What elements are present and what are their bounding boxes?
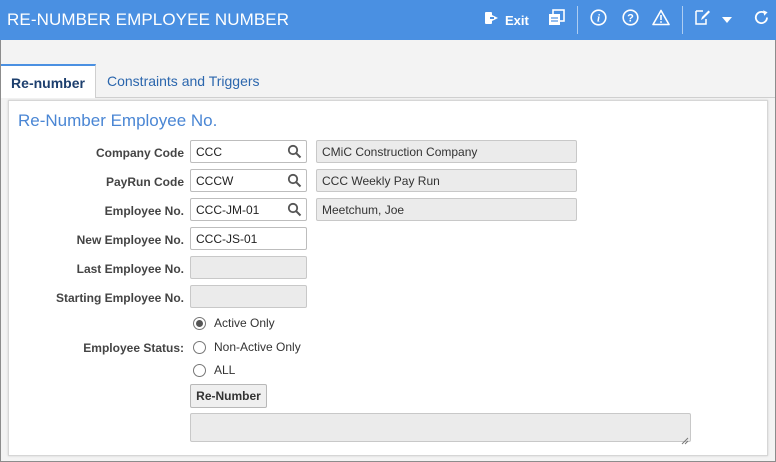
message-log-area[interactable] bbox=[190, 413, 691, 445]
starting-employee-no-label: Starting Employee No. bbox=[55, 291, 184, 305]
status-option-all[interactable]: ALL bbox=[193, 363, 235, 377]
header-band bbox=[1, 40, 775, 64]
last-employee-no-label: Last Employee No. bbox=[76, 262, 184, 276]
warning-icon bbox=[652, 9, 670, 31]
renumber-button[interactable]: Re-Number bbox=[190, 384, 267, 408]
employee-no-input[interactable]: CCC-JM-01 bbox=[190, 198, 307, 221]
search-icon[interactable] bbox=[287, 202, 302, 217]
payrun-code-value: CCCW bbox=[196, 174, 234, 188]
exit-icon bbox=[484, 10, 500, 31]
refresh-icon bbox=[753, 9, 770, 31]
toolbar-divider bbox=[577, 6, 578, 34]
status-option-label: ALL bbox=[214, 363, 236, 377]
company-name-display: CMiC Construction Company bbox=[316, 140, 577, 163]
copy-button[interactable] bbox=[546, 8, 566, 32]
radio-button[interactable] bbox=[193, 363, 206, 377]
employee-no-label: Employee No. bbox=[104, 204, 184, 218]
info-icon: i bbox=[589, 9, 607, 31]
svg-text:i: i bbox=[596, 13, 600, 25]
edit-icon bbox=[694, 9, 711, 31]
status-option-label: Active Only bbox=[214, 316, 275, 330]
svg-text:?: ? bbox=[627, 13, 634, 25]
employee-no-value: CCC-JM-01 bbox=[196, 203, 260, 217]
company-code-input[interactable]: CCC bbox=[190, 140, 307, 163]
info-button[interactable]: i bbox=[588, 8, 608, 32]
status-option-active-only[interactable]: Active Only bbox=[193, 316, 275, 330]
exit-button[interactable]: Exit bbox=[484, 8, 529, 32]
radio-button-selected[interactable] bbox=[193, 316, 206, 330]
tab-renumber[interactable]: Re-number bbox=[1, 64, 96, 99]
payrun-code-label: PayRun Code bbox=[105, 175, 184, 189]
tab-bar: Re-number Constraints and Triggers bbox=[1, 64, 775, 99]
resize-grip-icon[interactable] bbox=[681, 432, 689, 445]
company-code-label: Company Code bbox=[95, 146, 184, 160]
new-employee-no-input[interactable]: CCC-JS-01 bbox=[190, 227, 307, 250]
edit-button[interactable] bbox=[692, 8, 712, 32]
edit-menu-dropdown[interactable] bbox=[720, 8, 734, 32]
search-icon[interactable] bbox=[287, 144, 302, 159]
exit-label: Exit bbox=[505, 12, 529, 28]
warning-button[interactable] bbox=[651, 8, 671, 32]
payrun-code-input[interactable]: CCCW bbox=[190, 169, 307, 192]
copy-icon bbox=[548, 9, 565, 31]
search-icon[interactable] bbox=[287, 173, 302, 188]
new-employee-no-label: New Employee No. bbox=[76, 233, 184, 247]
employee-name-display: Meetchum, Joe bbox=[316, 198, 577, 221]
company-code-value: CCC bbox=[196, 145, 222, 159]
refresh-button[interactable] bbox=[751, 8, 771, 32]
toolbar-divider bbox=[682, 6, 683, 34]
radio-button[interactable] bbox=[193, 340, 206, 354]
section-title: Re-Number Employee No. bbox=[18, 111, 218, 130]
status-option-label: Non-Active Only bbox=[214, 340, 301, 354]
payrun-name-display: CCC Weekly Pay Run bbox=[316, 169, 577, 192]
window-title: RE-NUMBER EMPLOYEE NUMBER bbox=[7, 10, 290, 29]
employee-status-label: Employee Status: bbox=[83, 341, 184, 355]
title-bar: RE-NUMBER EMPLOYEE NUMBER Exit i ? bbox=[0, 0, 776, 40]
starting-employee-no-field bbox=[190, 285, 307, 308]
help-icon: ? bbox=[621, 9, 639, 31]
status-option-non-active-only[interactable]: Non-Active Only bbox=[193, 340, 301, 354]
help-button[interactable]: ? bbox=[620, 8, 640, 32]
last-employee-no-field bbox=[190, 256, 307, 279]
tab-constraints-and-triggers[interactable]: Constraints and Triggers bbox=[107, 64, 260, 98]
chevron-down-icon bbox=[722, 11, 732, 29]
